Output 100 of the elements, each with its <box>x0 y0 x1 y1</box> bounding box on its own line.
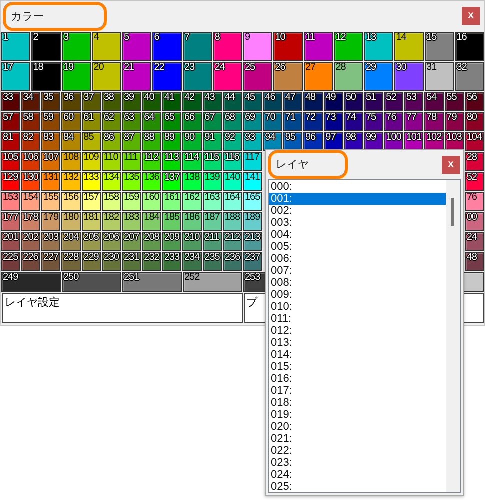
color-swatch[interactable]: 76 <box>384 112 404 131</box>
color-swatch[interactable]: 21 <box>122 62 152 91</box>
color-swatch[interactable]: 60 <box>61 112 81 131</box>
color-swatch[interactable]: 31 <box>424 62 454 91</box>
color-swatch[interactable]: 132 <box>61 172 81 191</box>
color-swatch[interactable]: 109 <box>82 152 101 171</box>
color-swatch[interactable]: 161 <box>162 192 182 211</box>
layer-item[interactable]: 001: <box>269 193 446 205</box>
color-swatch[interactable]: 183 <box>122 212 142 231</box>
color-swatch[interactable]: 155 <box>41 192 60 211</box>
color-swatch[interactable]: 67 <box>202 112 222 131</box>
color-swatch[interactable]: 252 <box>182 272 242 292</box>
color-swatch[interactable]: 47 <box>283 92 302 111</box>
color-swatch[interactable]: 229 <box>82 252 101 271</box>
color-swatch[interactable]: 55 <box>444 92 464 111</box>
color-swatch[interactable]: 81 <box>1 132 20 151</box>
layer-item[interactable]: 025: <box>269 481 446 493</box>
color-swatch[interactable]: 35 <box>41 92 60 111</box>
color-swatch[interactable]: 73 <box>324 112 343 131</box>
color-swatch[interactable]: 164 <box>222 192 242 211</box>
color-swatch[interactable]: 38 <box>102 92 121 111</box>
color-swatch[interactable]: 68 <box>222 112 242 131</box>
color-swatch[interactable]: 7 <box>182 32 212 61</box>
color-swatch[interactable]: 72 <box>303 112 323 131</box>
color-swatch[interactable]: 100 <box>384 132 404 151</box>
color-swatch[interactable]: 66 <box>182 112 202 131</box>
color-swatch[interactable]: 202 <box>21 232 40 251</box>
color-swatch[interactable]: 33 <box>1 92 20 111</box>
layer-item[interactable]: 010: <box>269 301 446 313</box>
color-swatch[interactable]: 50 <box>344 92 363 111</box>
color-swatch[interactable]: 30 <box>394 62 424 91</box>
color-swatch[interactable]: 156 <box>61 192 81 211</box>
color-swatch[interactable]: 32 <box>454 62 484 91</box>
color-swatch[interactable]: 250 <box>62 272 121 292</box>
color-swatch[interactable]: 117 <box>242 152 262 171</box>
color-swatch[interactable]: 85 <box>82 132 101 151</box>
color-swatch[interactable]: 4 <box>92 32 121 61</box>
color-swatch[interactable]: 58 <box>21 112 40 131</box>
color-swatch[interactable]: 28 <box>464 152 484 171</box>
color-swatch[interactable]: 186 <box>182 212 202 231</box>
layer-item[interactable]: 014: <box>269 349 446 361</box>
color-swatch[interactable]: 140 <box>222 172 242 191</box>
color-swatch[interactable]: 42 <box>182 92 202 111</box>
layer-item[interactable]: 018: <box>269 397 446 409</box>
color-swatch[interactable]: 154 <box>21 192 40 211</box>
layer-item[interactable]: 008: <box>269 277 446 289</box>
color-swatch[interactable]: 98 <box>344 132 363 151</box>
color-swatch[interactable]: 226 <box>21 252 40 271</box>
color-swatch[interactable]: 37 <box>82 92 101 111</box>
color-swatch[interactable]: 233 <box>162 252 182 271</box>
color-swatch[interactable]: 51 <box>364 92 384 111</box>
color-swatch[interactable]: 46 <box>263 92 282 111</box>
color-swatch[interactable]: 5 <box>122 32 152 61</box>
color-swatch[interactable]: 235 <box>202 252 222 271</box>
layer-item[interactable]: 003: <box>269 217 446 229</box>
color-swatch[interactable]: 95 <box>283 132 302 151</box>
color-swatch[interactable]: 185 <box>162 212 182 231</box>
color-swatch[interactable]: 44 <box>222 92 242 111</box>
color-swatch[interactable]: 227 <box>41 252 60 271</box>
color-swatch[interactable]: 41 <box>162 92 182 111</box>
close-button[interactable]: x <box>462 7 480 25</box>
color-swatch[interactable]: 135 <box>122 172 142 191</box>
layer-item[interactable]: 006: <box>269 253 446 265</box>
color-swatch[interactable]: 52 <box>384 92 404 111</box>
color-swatch[interactable]: 105 <box>1 152 20 171</box>
color-swatch[interactable]: 62 <box>102 112 121 131</box>
color-swatch[interactable]: 10 <box>273 32 302 61</box>
color-swatch[interactable]: 61 <box>82 112 101 131</box>
layer-item[interactable]: 007: <box>269 265 446 277</box>
color-swatch[interactable]: 79 <box>444 112 464 131</box>
color-swatch[interactable]: 6 <box>152 32 182 61</box>
color-swatch[interactable]: 74 <box>344 112 363 131</box>
color-swatch[interactable]: 237 <box>242 252 262 271</box>
color-swatch[interactable]: 201 <box>1 232 20 251</box>
color-swatch[interactable]: 28 <box>334 62 363 91</box>
color-swatch[interactable]: 83 <box>41 132 60 151</box>
color-swatch[interactable]: 158 <box>102 192 121 211</box>
color-swatch[interactable]: 162 <box>182 192 202 211</box>
color-swatch[interactable]: 251 <box>122 272 182 292</box>
layer-item[interactable]: 021: <box>269 433 446 445</box>
color-swatch[interactable]: 177 <box>1 212 20 231</box>
color-swatch[interactable]: 159 <box>122 192 142 211</box>
scrollbar-thumb[interactable] <box>451 198 454 226</box>
color-swatch[interactable]: 80 <box>464 112 484 131</box>
layer-item[interactable]: 017: <box>269 385 446 397</box>
color-swatch[interactable]: 25 <box>243 62 272 91</box>
layer-item[interactable]: 005: <box>269 241 446 253</box>
color-swatch[interactable]: 70 <box>263 112 282 131</box>
color-swatch[interactable]: 49 <box>324 92 343 111</box>
color-swatch[interactable]: 188 <box>222 212 242 231</box>
layer-item[interactable]: 016: <box>269 373 446 385</box>
color-swatch[interactable]: 77 <box>404 112 424 131</box>
color-swatch[interactable]: 65 <box>162 112 182 131</box>
color-swatch[interactable]: 53 <box>404 92 424 111</box>
color-swatch[interactable]: 54 <box>424 92 444 111</box>
color-swatch[interactable]: 104 <box>464 132 484 151</box>
layer-item[interactable]: 013: <box>269 337 446 349</box>
color-swatch[interactable]: 69 <box>242 112 262 131</box>
layer-item[interactable]: 000: <box>269 181 446 193</box>
color-swatch[interactable]: 78 <box>424 112 444 131</box>
